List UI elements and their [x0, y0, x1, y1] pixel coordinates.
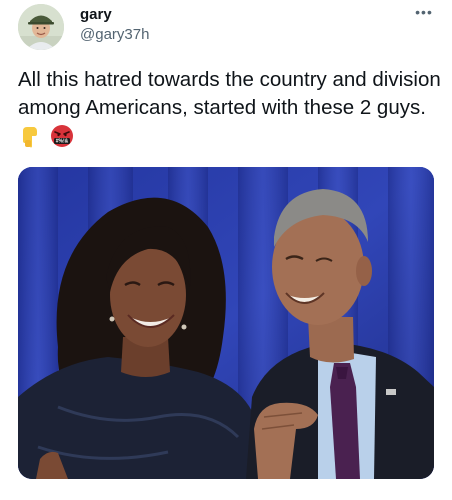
- tweet-card: gary @gary37h ••• All this hatred toward…: [0, 0, 452, 500]
- avatar[interactable]: [18, 4, 64, 50]
- tweet-text-container: All this hatred towards the country and …: [18, 66, 443, 150]
- cursing-symbols: #%!&: [55, 139, 68, 145]
- angry-cursing-face-icon: #%!&: [50, 125, 73, 147]
- user-handle[interactable]: @gary37h: [80, 26, 149, 43]
- couple-portrait-image: [18, 167, 434, 479]
- tweet-photo[interactable]: [18, 167, 434, 479]
- display-name[interactable]: gary: [80, 6, 112, 23]
- pointing-down-emoji-icon: [23, 127, 37, 148]
- tweet-text: All this hatred towards the country and …: [18, 68, 441, 119]
- more-options-icon[interactable]: •••: [412, 2, 436, 22]
- avatar-photo: [18, 4, 64, 50]
